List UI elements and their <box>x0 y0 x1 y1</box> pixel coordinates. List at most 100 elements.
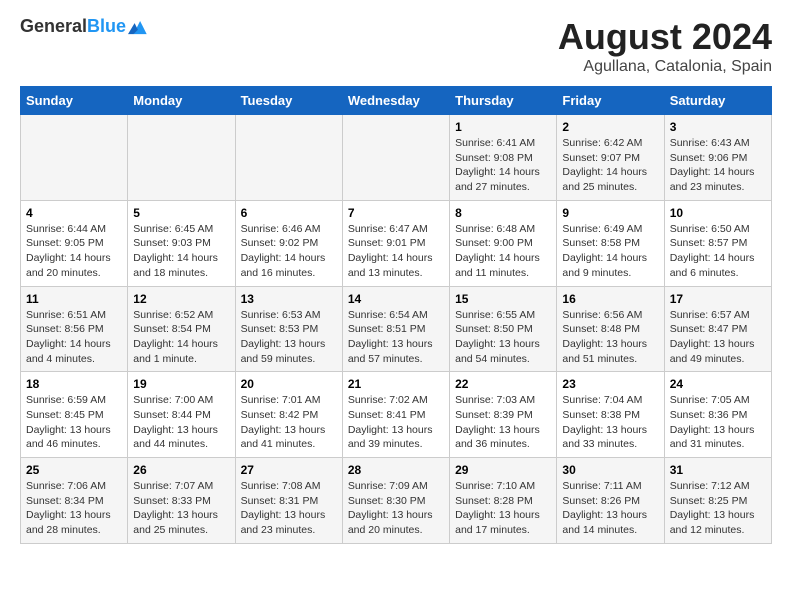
calendar-cell <box>128 115 235 201</box>
day-detail: Sunrise: 6:44 AM Sunset: 9:05 PM Dayligh… <box>26 222 122 281</box>
day-number: 30 <box>562 463 658 477</box>
day-number: 25 <box>26 463 122 477</box>
day-detail: Sunrise: 7:10 AM Sunset: 8:28 PM Dayligh… <box>455 479 551 538</box>
calendar-cell: 23Sunrise: 7:04 AM Sunset: 8:38 PM Dayli… <box>557 372 664 458</box>
day-detail: Sunrise: 7:07 AM Sunset: 8:33 PM Dayligh… <box>133 479 229 538</box>
day-detail: Sunrise: 6:52 AM Sunset: 8:54 PM Dayligh… <box>133 308 229 367</box>
day-number: 16 <box>562 292 658 306</box>
day-detail: Sunrise: 6:57 AM Sunset: 8:47 PM Dayligh… <box>670 308 766 367</box>
main-title: August 2024 <box>558 16 772 58</box>
day-number: 12 <box>133 292 229 306</box>
day-number: 28 <box>348 463 444 477</box>
calendar-cell: 17 Sunrise: 6:57 AM Sunset: 8:47 PM Dayli… <box>664 286 771 372</box>
logo-general: General <box>20 16 87 36</box>
day-detail: Sunrise: 7:12 AM Sunset: 8:25 PM Dayligh… <box>670 479 766 538</box>
day-number: 1 <box>455 120 551 134</box>
calendar-cell: 22 Sunrise: 7:03 AM Sunset: 8:39 PM Dayli… <box>450 372 557 458</box>
day-number: 5 <box>133 206 229 220</box>
calendar-week-row: 4 Sunrise: 6:44 AM Sunset: 9:05 PM Daylig… <box>21 200 772 286</box>
day-number: 27 <box>241 463 337 477</box>
day-number: 17 <box>670 292 766 306</box>
day-detail: Sunrise: 7:03 AM Sunset: 8:39 PM Dayligh… <box>455 393 551 452</box>
calendar-cell: 24 Sunrise: 7:05 AM Sunset: 8:36 PM Dayli… <box>664 372 771 458</box>
day-number: 23 <box>562 377 658 391</box>
day-number: 20 <box>241 377 337 391</box>
calendar-cell: 5Sunrise: 6:45 AM Sunset: 9:03 PM Daylig… <box>128 200 235 286</box>
day-number: 15 <box>455 292 551 306</box>
day-number: 10 <box>670 206 766 220</box>
day-detail: Sunrise: 6:59 AM Sunset: 8:45 PM Dayligh… <box>26 393 122 452</box>
calendar-week-row: 18Sunrise: 6:59 AM Sunset: 8:45 PM Dayli… <box>21 372 772 458</box>
day-detail: Sunrise: 6:46 AM Sunset: 9:02 PM Dayligh… <box>241 222 337 281</box>
calendar-cell: 12 Sunrise: 6:52 AM Sunset: 8:54 PM Dayli… <box>128 286 235 372</box>
day-number: 21 <box>348 377 444 391</box>
day-number: 31 <box>670 463 766 477</box>
day-number: 19 <box>133 377 229 391</box>
day-detail: Sunrise: 6:55 AM Sunset: 8:50 PM Dayligh… <box>455 308 551 367</box>
day-detail: Sunrise: 6:50 AM Sunset: 8:57 PM Dayligh… <box>670 222 766 281</box>
day-detail: Sunrise: 7:06 AM Sunset: 8:34 PM Dayligh… <box>26 479 122 538</box>
calendar-week-row: 25 Sunrise: 7:06 AM Sunset: 8:34 PM Dayli… <box>21 458 772 544</box>
day-detail: Sunrise: 7:05 AM Sunset: 8:36 PM Dayligh… <box>670 393 766 452</box>
weekday-header: Saturday <box>664 87 771 115</box>
calendar-cell: 28Sunrise: 7:09 AM Sunset: 8:30 PM Dayli… <box>342 458 449 544</box>
day-number: 7 <box>348 206 444 220</box>
calendar-cell <box>21 115 128 201</box>
day-number: 8 <box>455 206 551 220</box>
day-detail: Sunrise: 6:47 AM Sunset: 9:01 PM Dayligh… <box>348 222 444 281</box>
day-number: 22 <box>455 377 551 391</box>
day-number: 24 <box>670 377 766 391</box>
day-number: 4 <box>26 206 122 220</box>
calendar-table: SundayMondayTuesdayWednesdayThursdayFrid… <box>20 86 772 544</box>
calendar-cell: 7 Sunrise: 6:47 AM Sunset: 9:01 PM Daylig… <box>342 200 449 286</box>
day-number: 14 <box>348 292 444 306</box>
calendar-cell: 10 Sunrise: 6:50 AM Sunset: 8:57 PM Dayli… <box>664 200 771 286</box>
day-detail: Sunrise: 6:56 AM Sunset: 8:48 PM Dayligh… <box>562 308 658 367</box>
calendar-cell: 20 Sunrise: 7:01 AM Sunset: 8:42 PM Dayli… <box>235 372 342 458</box>
day-number: 11 <box>26 292 122 306</box>
weekday-header: Tuesday <box>235 87 342 115</box>
logo-blue: Blue <box>87 16 126 36</box>
day-number: 29 <box>455 463 551 477</box>
calendar-cell <box>235 115 342 201</box>
weekday-header: Friday <box>557 87 664 115</box>
calendar-cell: 9Sunrise: 6:49 AM Sunset: 8:58 PM Daylig… <box>557 200 664 286</box>
calendar-cell: 8 Sunrise: 6:48 AM Sunset: 9:00 PM Daylig… <box>450 200 557 286</box>
calendar-cell: 16 Sunrise: 6:56 AM Sunset: 8:48 PM Dayli… <box>557 286 664 372</box>
calendar-week-row: 11 Sunrise: 6:51 AM Sunset: 8:56 PM Dayli… <box>21 286 772 372</box>
calendar-cell: 31 Sunrise: 7:12 AM Sunset: 8:25 PM Dayli… <box>664 458 771 544</box>
day-detail: Sunrise: 6:53 AM Sunset: 8:53 PM Dayligh… <box>241 308 337 367</box>
calendar-cell: 14 Sunrise: 6:54 AM Sunset: 8:51 PM Dayli… <box>342 286 449 372</box>
calendar-cell: 1 Sunrise: 6:41 AM Sunset: 9:08 PM Daylig… <box>450 115 557 201</box>
day-number: 13 <box>241 292 337 306</box>
calendar-cell: 11 Sunrise: 6:51 AM Sunset: 8:56 PM Dayli… <box>21 286 128 372</box>
logo: GeneralBlue <box>20 16 150 38</box>
calendar-cell: 2 Sunrise: 6:42 AM Sunset: 9:07 PM Daylig… <box>557 115 664 201</box>
calendar-cell: 26Sunrise: 7:07 AM Sunset: 8:33 PM Dayli… <box>128 458 235 544</box>
day-detail: Sunrise: 6:51 AM Sunset: 8:56 PM Dayligh… <box>26 308 122 367</box>
day-detail: Sunrise: 6:43 AM Sunset: 9:06 PM Dayligh… <box>670 136 766 195</box>
weekday-header: Wednesday <box>342 87 449 115</box>
day-number: 3 <box>670 120 766 134</box>
weekday-header: Sunday <box>21 87 128 115</box>
calendar-cell: 25 Sunrise: 7:06 AM Sunset: 8:34 PM Dayli… <box>21 458 128 544</box>
calendar-cell <box>342 115 449 201</box>
calendar-week-row: 1 Sunrise: 6:41 AM Sunset: 9:08 PM Daylig… <box>21 115 772 201</box>
day-detail: Sunrise: 7:01 AM Sunset: 8:42 PM Dayligh… <box>241 393 337 452</box>
page-header: GeneralBlue August 2024 Agullana, Catalo… <box>20 16 772 76</box>
day-detail: Sunrise: 6:54 AM Sunset: 8:51 PM Dayligh… <box>348 308 444 367</box>
calendar-cell: 18Sunrise: 6:59 AM Sunset: 8:45 PM Dayli… <box>21 372 128 458</box>
day-detail: Sunrise: 6:41 AM Sunset: 9:08 PM Dayligh… <box>455 136 551 195</box>
subtitle: Agullana, Catalonia, Spain <box>558 58 772 76</box>
weekday-header: Thursday <box>450 87 557 115</box>
calendar-cell: 30 Sunrise: 7:11 AM Sunset: 8:26 PM Dayli… <box>557 458 664 544</box>
calendar-cell: 4 Sunrise: 6:44 AM Sunset: 9:05 PM Daylig… <box>21 200 128 286</box>
title-area: August 2024 Agullana, Catalonia, Spain <box>558 16 772 76</box>
day-detail: Sunrise: 6:42 AM Sunset: 9:07 PM Dayligh… <box>562 136 658 195</box>
day-detail: Sunrise: 6:49 AM Sunset: 8:58 PM Dayligh… <box>562 222 658 281</box>
day-detail: Sunrise: 7:11 AM Sunset: 8:26 PM Dayligh… <box>562 479 658 538</box>
day-detail: Sunrise: 7:00 AM Sunset: 8:44 PM Dayligh… <box>133 393 229 452</box>
day-number: 2 <box>562 120 658 134</box>
calendar-cell: 21Sunrise: 7:02 AM Sunset: 8:41 PM Dayli… <box>342 372 449 458</box>
day-detail: Sunrise: 6:48 AM Sunset: 9:00 PM Dayligh… <box>455 222 551 281</box>
